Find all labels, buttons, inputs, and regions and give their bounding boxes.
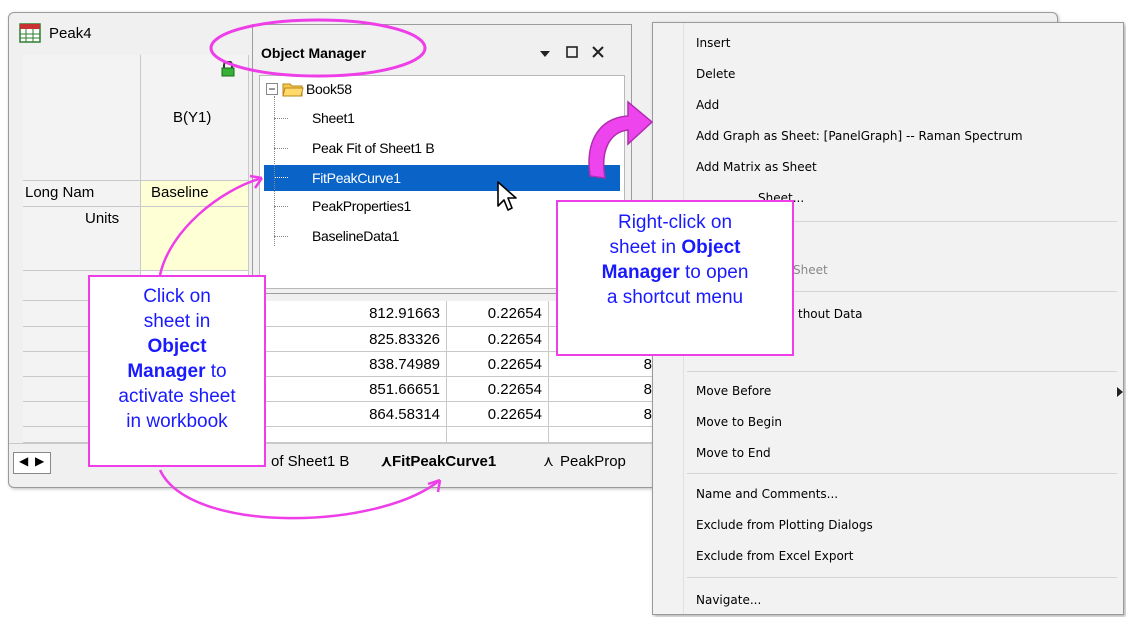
- table-cell[interactable]: 8: [549, 402, 655, 427]
- cell-value: 0.22654: [487, 331, 542, 348]
- cell-value: 864.58314: [369, 406, 440, 423]
- scroll-left-icon[interactable]: ◀: [19, 454, 28, 468]
- menu-delete[interactable]: Delete: [696, 67, 735, 81]
- cell-value: 8: [643, 406, 652, 423]
- lock-icon: [221, 61, 235, 77]
- table-cell[interactable]: [549, 427, 655, 443]
- long-name-label: Long Nam: [25, 184, 95, 201]
- callout-left-line2: sheet in: [143, 311, 211, 332]
- table-cell[interactable]: 0.22654: [447, 301, 549, 327]
- table-cell[interactable]: [249, 427, 447, 443]
- cell-value: 851.66651: [369, 381, 440, 398]
- menu-sheet-disabled[interactable]: Sheet: [793, 263, 828, 277]
- callout-right-line4: a shortcut menu: [606, 287, 744, 308]
- cell-value: 0.22654: [487, 381, 542, 398]
- callout-right-line2a: sheet in: [609, 237, 682, 258]
- tree-item-baselinedata[interactable]: BaselineData1: [312, 225, 399, 247]
- menu-move-to-end[interactable]: Move to End: [696, 446, 771, 460]
- table-cell[interactable]: 838.74989: [249, 352, 447, 377]
- callout-left-line3: Object: [147, 336, 207, 357]
- cell-value: 8: [643, 356, 652, 373]
- menu-name-and-comments[interactable]: Name and Comments...: [696, 487, 838, 501]
- menu-navigate[interactable]: Navigate...: [696, 593, 761, 607]
- submenu-arrow-icon: [1117, 387, 1123, 397]
- mouse-pointer-icon: [497, 181, 517, 211]
- table-cell[interactable]: 0.22654: [447, 377, 549, 402]
- units-cell[interactable]: [141, 207, 249, 271]
- tab-edge-icon: ⋏: [543, 453, 554, 470]
- tab-edge-icon: ⋏: [381, 453, 392, 470]
- menu-add[interactable]: Add: [696, 98, 719, 112]
- cell-value: 838.74989: [369, 356, 440, 373]
- baseline-cell[interactable]: Baseline: [141, 181, 249, 207]
- menu-insert[interactable]: Insert: [696, 36, 730, 50]
- table-cell[interactable]: [447, 427, 549, 443]
- table-cell[interactable]: 0.22654: [447, 352, 549, 377]
- table-cell[interactable]: 0.22654: [447, 402, 549, 427]
- maximize-icon[interactable]: [565, 45, 579, 59]
- tree-item-fitpeakcurve: FitPeakCurve1: [312, 170, 401, 186]
- tree-item-peakproperties[interactable]: PeakProperties1: [312, 195, 411, 217]
- cell-value: 8: [643, 381, 652, 398]
- menu-separator: [687, 473, 1117, 474]
- cell-value: 0.22654: [487, 305, 542, 322]
- callout-left-line6: in workbook: [126, 411, 228, 432]
- cell-value: 825.83326: [369, 331, 440, 348]
- cell-value: 0.22654: [487, 356, 542, 373]
- menu-exclude-plotting[interactable]: Exclude from Plotting Dialogs: [696, 518, 873, 532]
- workbook-icon: [19, 23, 41, 43]
- callout-right-line1: Right-click on: [617, 212, 733, 233]
- menu-move-before[interactable]: Move Before: [696, 384, 771, 398]
- column-b-label: B(Y1): [173, 109, 212, 126]
- table-cell[interactable]: 0.22654: [447, 327, 549, 352]
- callout-right-line3b: to open: [679, 262, 749, 283]
- table-cell[interactable]: 8: [549, 377, 655, 402]
- column-header-b[interactable]: B(Y1): [141, 55, 249, 181]
- table-cell[interactable]: 851.66651: [249, 377, 447, 402]
- cell-value: 0.22654: [487, 406, 542, 423]
- row-label-units: Units: [23, 207, 141, 271]
- menu-exclude-excel[interactable]: Exclude from Excel Export: [696, 549, 853, 563]
- row-label-long-name: Long Nam: [23, 181, 141, 207]
- menu-separator: [687, 577, 1117, 578]
- menu-add-graph-as-sheet[interactable]: Add Graph as Sheet: [PanelGraph] -- Rama…: [696, 129, 1023, 143]
- tree-book[interactable]: Book58: [306, 78, 352, 100]
- scroll-right-icon[interactable]: ▶: [35, 454, 44, 468]
- row-header-corner[interactable]: [23, 55, 141, 181]
- window-title: Peak4: [49, 25, 92, 42]
- tab-scroll-buttons: ◀ ▶: [13, 452, 51, 474]
- tab-active-label: FitPeakCurve1: [392, 453, 497, 470]
- callout-left-line5: activate sheet: [118, 386, 236, 407]
- table-cell[interactable]: 812.91663: [249, 301, 447, 327]
- callout-left: Click on sheet in Object Manager to acti…: [88, 275, 266, 467]
- dropdown-icon[interactable]: [539, 49, 551, 59]
- menu-separator: [687, 371, 1117, 372]
- cell-value: 812.91663: [369, 305, 440, 322]
- tab-fitpeakcurve1[interactable]: ⋏FitPeakCurve1: [381, 450, 496, 474]
- menu-add-matrix-as-sheet[interactable]: Add Matrix as Sheet: [696, 160, 817, 174]
- units-label: Units: [85, 210, 120, 227]
- menu-without-data[interactable]: thout Data: [798, 307, 862, 321]
- table-cell[interactable]: 825.83326: [249, 327, 447, 352]
- tree-item-peak-fit[interactable]: Peak Fit of Sheet1 B: [312, 137, 435, 159]
- baseline-text: Baseline: [151, 184, 209, 201]
- menu-move-to-begin[interactable]: Move to Begin: [696, 415, 782, 429]
- tab-peakproperties[interactable]: ⋏ PeakProp: [543, 450, 626, 474]
- collapse-icon[interactable]: [266, 83, 278, 95]
- tab-next-label: PeakProp: [560, 453, 626, 470]
- tree-item-sheet1[interactable]: Sheet1: [312, 107, 355, 129]
- tree-item-selected[interactable]: FitPeakCurve1: [264, 165, 620, 191]
- table-cell[interactable]: 864.58314: [249, 402, 447, 427]
- callout-left-line4b: to: [205, 361, 227, 382]
- close-icon[interactable]: [591, 45, 605, 59]
- callout-left-line1: Click on: [143, 286, 211, 307]
- object-manager-title: Object Manager: [261, 45, 367, 61]
- callout-left-line4: Manager: [127, 361, 206, 382]
- tab-peak-fit[interactable]: of Sheet1 B: [271, 450, 349, 474]
- callout-right: Right-click on sheet in Object Manager t…: [556, 200, 794, 356]
- callout-right-line2b: Object: [681, 237, 741, 258]
- callout-right-line3a: Manager: [601, 262, 680, 283]
- folder-icon: [282, 83, 304, 97]
